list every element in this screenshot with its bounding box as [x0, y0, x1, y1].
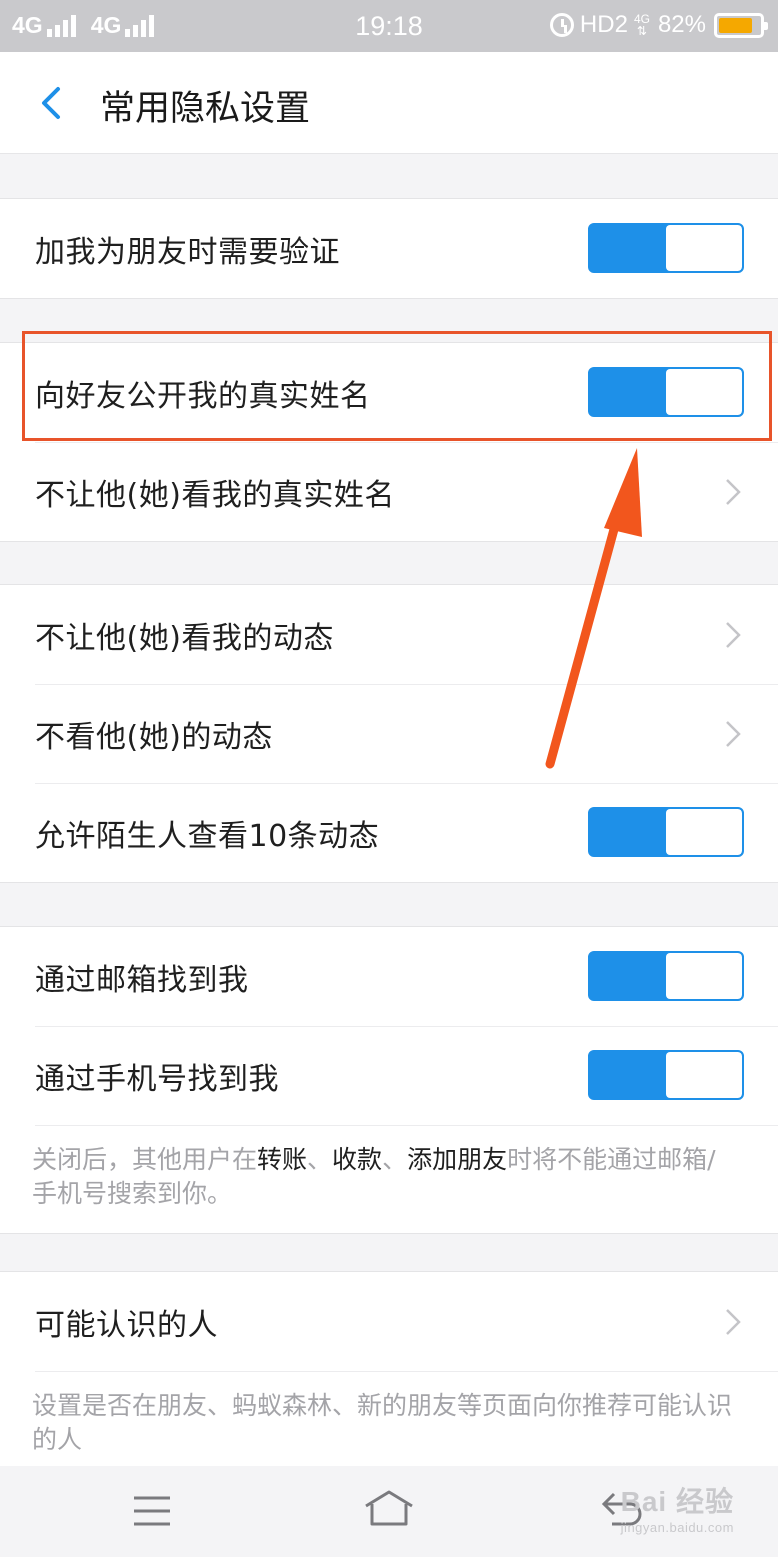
note-separator: 、 — [307, 1145, 333, 1174]
settings-group-people-you-may-know: 可能认识的人 设置是否在朋友、蚂蚁森林、新的朋友等页面向你推荐可能认识的人 — [0, 1271, 778, 1479]
home-icon[interactable] — [363, 1488, 415, 1528]
friend-verification-toggle[interactable] — [588, 223, 744, 273]
battery-icon — [714, 12, 768, 38]
mini-network-type: 4G — [633, 12, 650, 26]
row-find-by-email[interactable]: 通过邮箱找到我 — [0, 927, 778, 1026]
row-label: 通过邮箱找到我 — [35, 962, 249, 998]
alarm-icon — [549, 13, 574, 37]
settings-group-moments: 不让他(她)看我的动态 不看他(她)的动态 允许陌生人查看10条动态 — [0, 584, 778, 883]
row-hide-real-name[interactable]: 不让他(她)看我的真实姓名 — [0, 442, 778, 541]
watermark: Bai 经验 jingyan.baidu.com — [621, 1480, 734, 1535]
toggle-knob — [666, 953, 742, 999]
row-label: 不让他(她)看我的动态 — [35, 620, 334, 656]
system-nav-bar: Bai 经验 jingyan.baidu.com — [0, 1466, 778, 1557]
watermark-url: jingyan.baidu.com — [620, 1520, 734, 1535]
note-emphasis-transfer: 转账 — [257, 1145, 308, 1174]
battery-percent: 82% — [657, 11, 706, 38]
note-text: 关闭后，其他用户在 — [32, 1145, 258, 1174]
menu-icon[interactable] — [132, 1494, 172, 1528]
status-right: HD2 4G ⇅ 82% — [549, 11, 768, 39]
stranger-view-moments-toggle[interactable] — [588, 807, 744, 857]
settings-group-verification: 加我为朋友时需要验证 — [0, 198, 778, 299]
people-you-may-know-note: 设置是否在朋友、蚂蚁森林、新的朋友等页面向你推荐可能认识的人 — [0, 1371, 778, 1479]
row-label: 加我为朋友时需要验证 — [35, 234, 340, 270]
row-label: 可能认识的人 — [35, 1307, 218, 1343]
row-people-you-may-know[interactable]: 可能认识的人 — [0, 1272, 778, 1371]
row-not-view-their-moments[interactable]: 不看他(她)的动态 — [0, 684, 778, 783]
settings-group-find-me: 通过邮箱找到我 通过手机号找到我 关闭后，其他用户在转账、收款、添加朋友时将不能… — [0, 926, 778, 1234]
show-real-name-toggle[interactable] — [588, 367, 744, 417]
watermark-logo-text: Bai 经验 — [620, 1486, 734, 1517]
page-title: 常用隐私设置 — [100, 89, 311, 129]
note-emphasis-add-friend: 添加朋友 — [407, 1145, 508, 1174]
back-arrow-icon[interactable] — [36, 86, 66, 120]
toggle-knob — [666, 1052, 742, 1098]
row-label: 允许陌生人查看10条动态 — [35, 818, 380, 854]
status-bar: 4G 4G 19:18 HD2 4G ⇅ 82% — [0, 0, 778, 52]
app-header: 常用隐私设置 — [0, 52, 778, 154]
settings-group-real-name: 向好友公开我的真实姓名 不让他(她)看我的真实姓名 — [0, 342, 778, 542]
chevron-right-icon — [726, 622, 741, 648]
toggle-knob — [666, 369, 742, 415]
toggle-knob — [666, 809, 742, 855]
note-separator: 、 — [382, 1145, 408, 1174]
row-find-by-phone[interactable]: 通过手机号找到我 — [0, 1026, 778, 1125]
battery-level — [719, 17, 752, 33]
hd-indicator: HD2 — [579, 11, 628, 38]
row-label: 不让他(她)看我的真实姓名 — [35, 477, 395, 513]
row-friend-verification[interactable]: 加我为朋友时需要验证 — [0, 199, 778, 298]
find-by-email-toggle[interactable] — [588, 951, 744, 1001]
note-emphasis-receive: 收款 — [332, 1145, 383, 1174]
row-show-real-name[interactable]: 向好友公开我的真实姓名 — [0, 343, 778, 442]
row-label: 通过手机号找到我 — [35, 1061, 279, 1097]
row-label: 向好友公开我的真实姓名 — [35, 378, 371, 414]
chevron-right-icon — [726, 1309, 741, 1335]
row-stranger-view-moments[interactable]: 允许陌生人查看10条动态 — [0, 783, 778, 882]
chevron-right-icon — [726, 479, 741, 505]
row-label: 不看他(她)的动态 — [35, 719, 273, 755]
data-activity-icon: 4G ⇅ — [633, 12, 650, 38]
chevron-right-icon — [726, 721, 741, 747]
row-hide-my-moments[interactable]: 不让他(她)看我的动态 — [0, 585, 778, 684]
find-by-phone-toggle[interactable] — [588, 1050, 744, 1100]
find-me-note: 关闭后，其他用户在转账、收款、添加朋友时将不能通过邮箱/手机号搜索到你。 — [0, 1125, 778, 1233]
toggle-knob — [666, 225, 742, 271]
